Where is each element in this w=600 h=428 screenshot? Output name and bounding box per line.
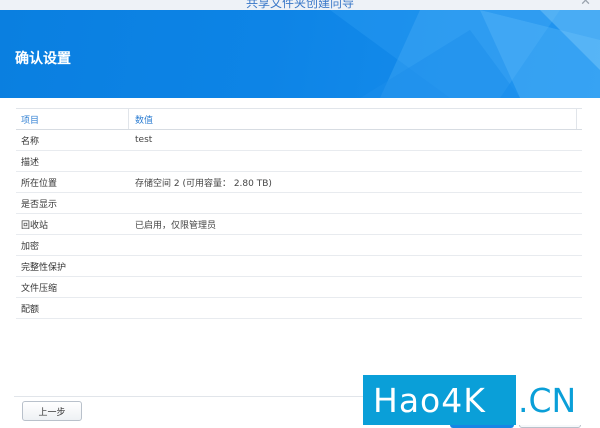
column-header-value[interactable]: 数值 (129, 109, 577, 129)
wizard-banner: 确认设置 (0, 10, 600, 98)
table-row: 回收站 已启用，仅限管理员 (16, 214, 582, 235)
settings-summary-table: 项目 数值 名称 test 描述 所在位置 存储空间 2 (可用容量： 2.80… (16, 108, 582, 319)
table-row: 完整性保护 (16, 256, 582, 277)
row-value (129, 256, 582, 276)
watermark-text-left: Hao4K (363, 375, 516, 425)
table-row: 配额 (16, 298, 582, 319)
row-item: 加密 (21, 241, 40, 252)
row-item: 配额 (21, 304, 40, 315)
banner-pattern (330, 10, 600, 98)
window-titlebar: 共享文件夹创建向导 ✕ (0, 0, 600, 10)
row-item: 所在位置 (21, 178, 58, 189)
row-value (129, 298, 582, 318)
watermark-text-right: .CN (516, 375, 600, 425)
window-title: 共享文件夹创建向导 (245, 0, 354, 10)
row-value: 存储空间 2 (可用容量： 2.80 TB) (135, 178, 272, 189)
column-header-item[interactable]: 项目 (16, 109, 129, 129)
table-row: 所在位置 存储空间 2 (可用容量： 2.80 TB) (16, 172, 582, 193)
row-value (129, 277, 582, 297)
row-value: test (135, 135, 153, 145)
row-item: 文件压缩 (21, 283, 58, 294)
row-item: 完整性保护 (21, 262, 67, 273)
row-value (129, 151, 582, 171)
row-value: 已启用，仅限管理员 (135, 220, 217, 231)
close-icon[interactable]: ✕ (580, 0, 591, 9)
table-header-row: 项目 数值 (16, 109, 582, 130)
row-item: 描述 (21, 157, 40, 168)
table-row: 加密 (16, 235, 582, 256)
row-item: 回收站 (21, 220, 49, 231)
row-item: 是否显示 (21, 199, 58, 210)
row-value (129, 193, 582, 213)
table-row: 描述 (16, 151, 582, 172)
page-title: 确认设置 (15, 51, 71, 67)
table-row: 是否显示 (16, 193, 582, 214)
table-row: 文件压缩 (16, 277, 582, 298)
row-value (129, 235, 582, 255)
row-item: 名称 (21, 136, 40, 147)
table-row: 名称 test (16, 130, 582, 151)
back-button[interactable]: 上一步 (22, 401, 82, 421)
watermark-logo: Hao4K .CN (363, 375, 600, 425)
